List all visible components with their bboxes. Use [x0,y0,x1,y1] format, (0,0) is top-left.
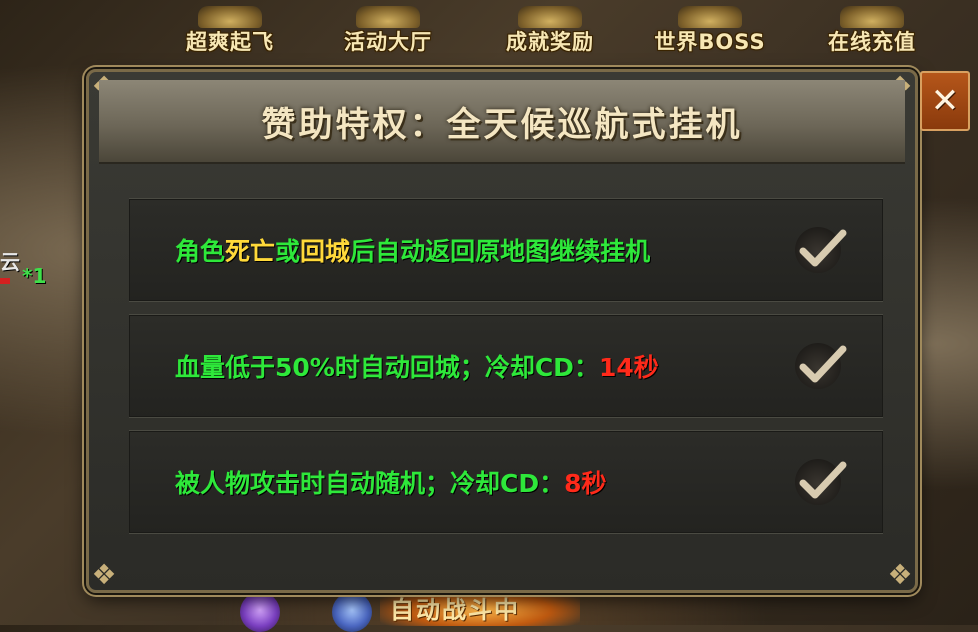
dialog-title-bar: 赞助特权：全天候巡航式挂机 [99,80,905,164]
trophy-icon [518,6,582,28]
menu-btn-recharge[interactable]: 在线充值 [812,4,932,56]
text-segment-highlight: 死亡 [225,237,276,266]
menu-label: 世界BOSS [654,30,766,54]
privilege-text: 血量低于50%时自动回城；冷却CD：14秒 [175,348,659,384]
side-name-fragment: 云 [0,250,20,274]
menu-btn-activity-hall[interactable]: 活动大厅 [328,4,448,56]
checkmark-icon[interactable] [795,459,847,505]
menu-label: 成就奖励 [506,30,594,54]
side-item-count: *1 [22,264,47,288]
text-segment-highlight: 回城 [300,237,351,266]
dialog-title: 赞助特权：全天候巡航式挂机 [261,104,743,145]
text-segment: 或 [275,237,301,266]
menu-label: 超爽起飞 [186,30,274,54]
privilege-row-low-hp-return: 血量低于50%时自动回城；冷却CD：14秒 [129,314,883,418]
checkmark-icon[interactable] [795,343,847,389]
close-icon: ✕ [930,81,960,121]
cooldown-value: 14秒 [598,353,659,382]
sponsor-privilege-dialog: ❖ ❖ ❖ ❖ 赞助特权：全天候巡航式挂机 角色死亡或回城后自动返回原地图继续挂… [86,69,918,593]
checkmark-icon[interactable] [795,227,847,273]
skill-orb-blue[interactable] [332,592,372,632]
menu-label: 活动大厅 [344,30,432,54]
top-menu-bar: 超爽起飞 活动大厅 成就奖励 世界BOSS 在线充值 [0,0,978,62]
corner-ornament-icon: ❖ [887,558,913,591]
hall-icon [356,6,420,28]
menu-btn-world-boss[interactable]: 世界BOSS [650,4,770,56]
auto-battle-status: 自动战斗中 [390,596,520,624]
close-button[interactable]: ✕ [920,71,970,131]
text-segment: 被人物攻击时自动随机；冷却CD： [175,469,565,498]
privilege-row-attacked-random: 被人物攻击时自动随机；冷却CD：8秒 [129,430,883,534]
privilege-text: 被人物攻击时自动随机；冷却CD：8秒 [175,464,607,500]
text-segment: 后自动返回原地图继续挂机 [350,237,651,266]
corner-ornament-icon: ❖ [91,558,117,591]
cooldown-value: 8秒 [564,469,607,498]
text-segment: 角色 [175,237,226,266]
side-hp-bar [0,278,10,284]
menu-label: 在线充值 [828,30,916,54]
privilege-row-auto-return: 角色死亡或回城后自动返回原地图继续挂机 [129,198,883,302]
privilege-text: 角色死亡或回城后自动返回原地图继续挂机 [175,232,650,268]
privilege-list: 角色死亡或回城后自动返回原地图继续挂机 血量低于50%时自动回城；冷却CD：14… [129,198,883,546]
menu-btn-achievement[interactable]: 成就奖励 [490,4,610,56]
text-segment: 血量低于50%时自动回城；冷却CD： [175,353,599,382]
boss-icon [678,6,742,28]
gold-icon [840,6,904,28]
menu-btn-super-fly[interactable]: 超爽起飞 [170,4,290,56]
skill-orb-purple[interactable] [240,592,280,632]
rocket-icon [198,6,262,28]
